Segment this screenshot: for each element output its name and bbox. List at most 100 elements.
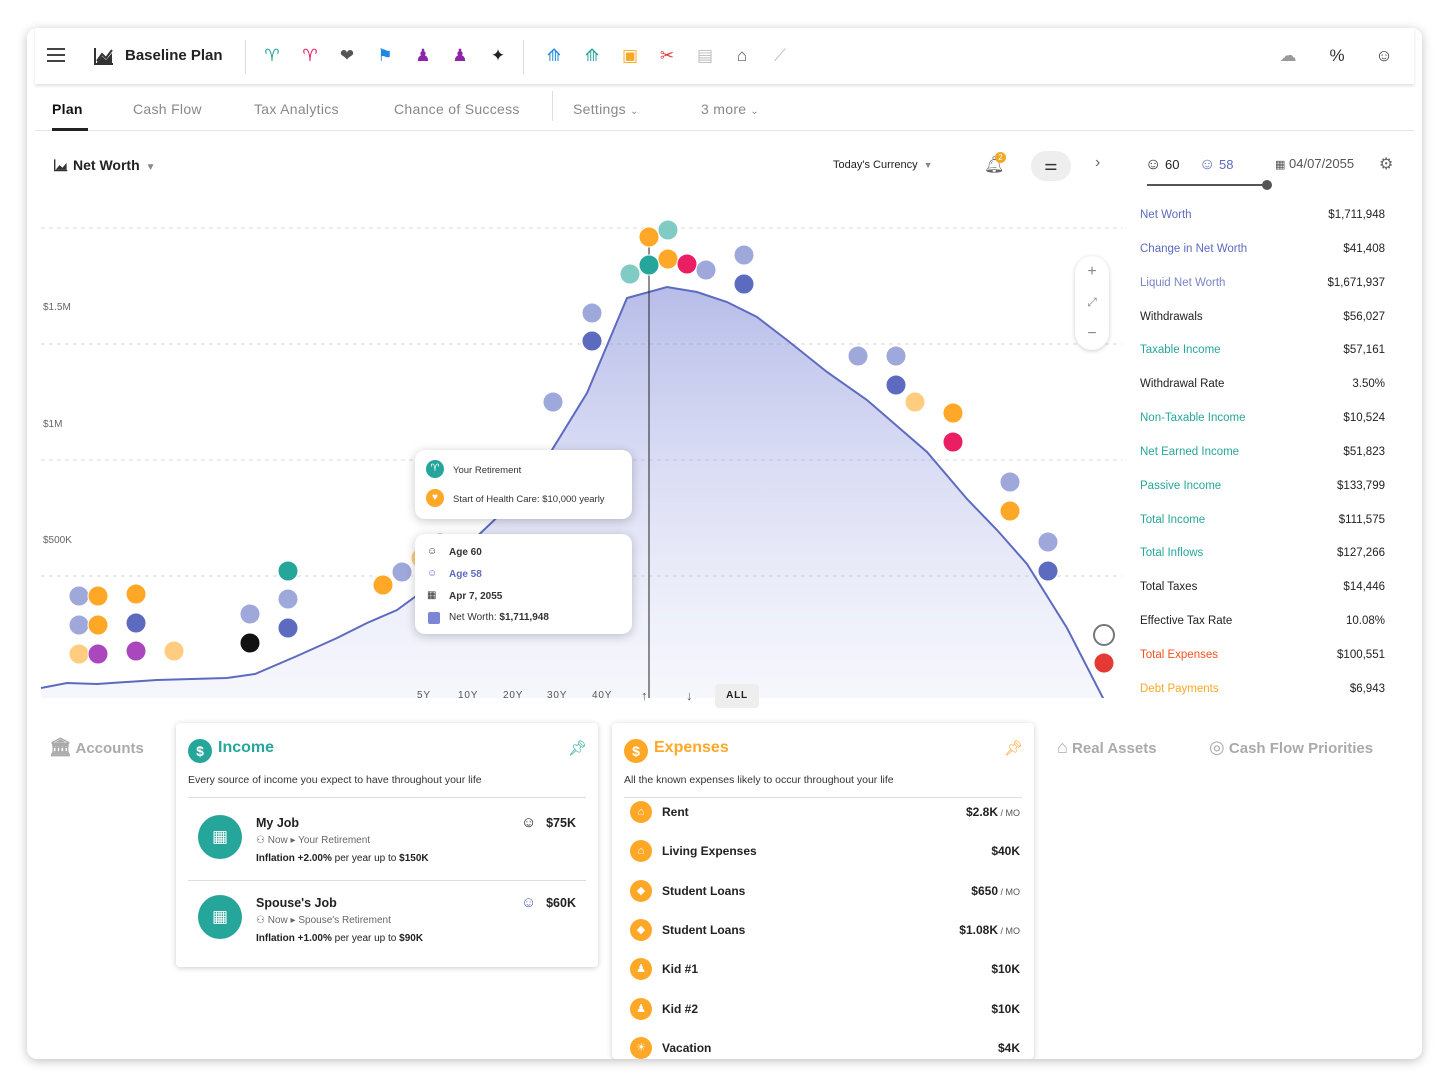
age-selector[interactable]: ☺ 60 [1145, 156, 1179, 174]
zoom-in-icon[interactable]: + [1075, 256, 1109, 287]
house-icon[interactable] [68, 614, 90, 636]
metric-row[interactable]: Total Income $111,575 [1140, 510, 1385, 544]
house-icon[interactable] [391, 561, 413, 583]
cloud-upload-icon[interactable] [372, 574, 394, 596]
metric-row[interactable]: Withdrawals $56,027 [1140, 307, 1385, 341]
house-icon[interactable] [847, 345, 869, 367]
timeline-slider[interactable] [1147, 184, 1269, 186]
graduation-cap-icon[interactable] [68, 643, 90, 665]
chevron-right-icon[interactable]: › [1095, 154, 1100, 172]
health-care-icon[interactable] [999, 500, 1021, 522]
bank-transfer-icon[interactable]: ⌂ [731, 45, 753, 67]
info-icon[interactable] [1093, 624, 1115, 646]
metric-row[interactable]: Passive Income $133,799 [1140, 476, 1385, 510]
metric-row[interactable]: Change in Net Worth $41,408 [1140, 239, 1385, 273]
health-icon[interactable]: ❤ [336, 45, 358, 67]
pin-icon[interactable]: 📌︎ [1004, 739, 1023, 757]
palm-tree-icon[interactable]: ♈ [261, 45, 283, 67]
sparkle-icon[interactable] [239, 632, 261, 654]
range-30y[interactable]: 30Y [547, 684, 567, 708]
warning-icon[interactable] [1093, 652, 1115, 674]
tab-settings[interactable]: Settings ⌄ [573, 101, 639, 117]
child-icon[interactable] [87, 643, 109, 665]
house-icon[interactable] [885, 345, 907, 367]
child-icon-2[interactable]: ♟ [449, 45, 471, 67]
house-icon[interactable] [542, 391, 564, 413]
menu-icon[interactable] [47, 48, 65, 62]
expense-item[interactable]: ◆ Student Loans $650 / MO [628, 879, 1020, 921]
slider-handle[interactable] [1262, 180, 1272, 190]
plan-title[interactable]: Baseline Plan [125, 47, 223, 64]
car-icon[interactable] [1037, 560, 1059, 582]
cloud-icon[interactable]: ☁ [1277, 45, 1299, 67]
arrow-down-icon[interactable]: ↓ [686, 684, 693, 708]
sparkle-icon[interactable]: ✦ [487, 45, 509, 67]
tab-cash-flow[interactable]: Cash Flow [133, 101, 202, 117]
metric-row[interactable]: Total Inflows $127,266 [1140, 543, 1385, 577]
run-icon[interactable] [942, 431, 964, 453]
cloud-upload-icon[interactable] [657, 248, 679, 270]
car-icon[interactable] [885, 374, 907, 396]
face-icon[interactable]: ☺ [1373, 45, 1395, 67]
metric-row[interactable]: Effective Tax Rate 10.08% [1140, 611, 1385, 645]
range-40y[interactable]: 40Y [592, 684, 612, 708]
car-icon[interactable] [125, 612, 147, 634]
metric-row[interactable]: Liquid Net Worth $1,671,937 [1140, 273, 1385, 307]
child-icon[interactable] [125, 640, 147, 662]
house-icon[interactable] [695, 259, 717, 281]
fullscreen-icon[interactable]: ⤢ [1075, 287, 1109, 318]
tab-tax-analytics[interactable]: Tax Analytics [254, 101, 339, 117]
income-item[interactable]: ▦ Spouse's Job ⚇ Now ▸ Spouse's Retirement… [176, 882, 598, 960]
spouse-retirement-icon[interactable]: ♈ [299, 45, 321, 67]
date-selector[interactable]: ▦ 04/07/2055 [1275, 156, 1354, 171]
building-icon[interactable] [619, 263, 641, 285]
metric-row[interactable]: Net Worth $1,711,948 [1140, 205, 1385, 239]
child-icon[interactable]: ♟ [412, 45, 434, 67]
tab-plan[interactable]: Plan [52, 101, 83, 117]
range-all[interactable]: ALL [715, 684, 759, 708]
percent-off-icon[interactable]: % [1326, 45, 1348, 67]
spouse-retirement-icon[interactable] [676, 253, 698, 275]
filter-settings-button[interactable]: ⚌ [1031, 151, 1071, 181]
accounts-tab[interactable]: 🏛︎ Accounts [49, 737, 144, 758]
cloud-upload-icon[interactable] [942, 402, 964, 424]
expense-item[interactable]: ⌂ Rent $2.8K / MO [628, 801, 1020, 842]
car-icon[interactable] [733, 273, 755, 295]
spouse-age-selector[interactable]: ☺ 58 [1199, 156, 1233, 174]
cash-flow-priorities-tab[interactable]: ◎ Cash Flow Priorities [1209, 737, 1373, 758]
money-icon[interactable]: ▣ [619, 45, 641, 67]
graduation-cap-icon[interactable] [163, 640, 185, 662]
child-icon[interactable] [125, 583, 147, 605]
run-icon[interactable]: ✂ [656, 45, 678, 67]
expense-item[interactable]: ⌂ Living Expenses $40K [628, 840, 1020, 881]
asset-icon[interactable]: ▤ [694, 45, 716, 67]
currency-selector[interactable]: Today's Currency ▼ [833, 159, 933, 171]
car-icon[interactable] [277, 617, 299, 639]
range-20y[interactable]: 20Y [503, 684, 523, 708]
car-icon[interactable] [581, 330, 603, 352]
metric-row[interactable]: Taxable Income $57,161 [1140, 340, 1385, 374]
car-icon[interactable] [277, 588, 299, 610]
income-item[interactable]: ▦ My Job ⚇ Now ▸ Your Retirement Inflation … [176, 802, 598, 881]
arrow-up-icon[interactable]: ↑ [641, 684, 648, 708]
house-icon[interactable] [999, 471, 1021, 493]
cloud-upload-icon[interactable] [87, 585, 109, 607]
stock-flat-icon[interactable]: ⟰ [581, 45, 603, 67]
range-10y[interactable]: 10Y [458, 684, 478, 708]
decline-icon[interactable]: ⟋ [769, 45, 791, 67]
real-assets-tab[interactable]: ⌂ Real Assets [1057, 737, 1157, 758]
metric-row[interactable]: Total Expenses $100,551 [1140, 645, 1385, 679]
car-icon[interactable] [1037, 531, 1059, 553]
pin-icon[interactable]: 📌︎ [568, 739, 587, 757]
tab-more[interactable]: 3 more ⌄ [701, 101, 759, 117]
gear-icon[interactable]: ⚙ [1379, 154, 1393, 174]
health-care-icon[interactable] [904, 391, 926, 413]
child-icon[interactable] [87, 614, 109, 636]
expense-item[interactable]: ☀ Vacation $4K [628, 1036, 1020, 1059]
palm-tree-icon[interactable] [638, 254, 660, 276]
health-care-icon[interactable] [638, 226, 660, 248]
stock-up-icon[interactable]: ⟰ [543, 45, 565, 67]
metric-selector[interactable]: Net Worth ▼ [53, 157, 156, 173]
metric-row[interactable]: Total Taxes $14,446 [1140, 577, 1385, 611]
metric-row[interactable]: Debt Payments $6,943 [1140, 679, 1385, 713]
